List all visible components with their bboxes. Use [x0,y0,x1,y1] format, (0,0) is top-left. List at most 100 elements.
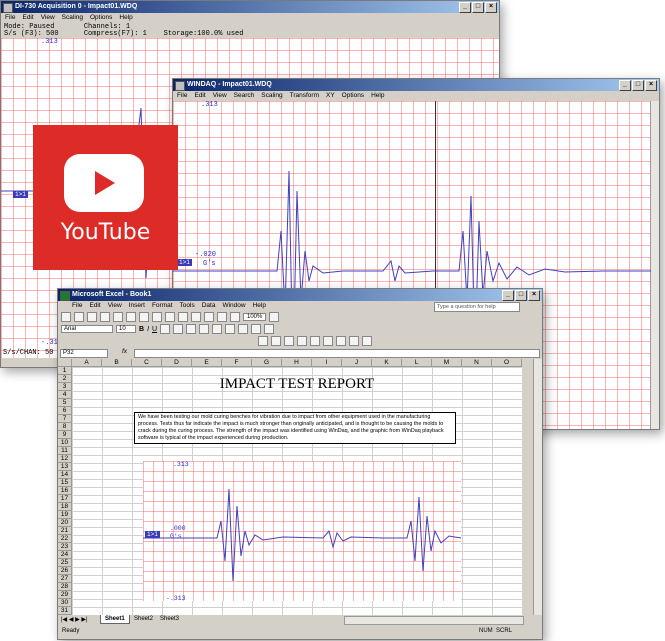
font-size-select[interactable]: 10 [116,325,136,333]
wordart-icon[interactable] [349,336,359,346]
select-all[interactable] [58,359,72,367]
tab-nav-icon[interactable]: |◀ ◀ ▶ ▶| [61,616,88,623]
column-header[interactable]: I [312,359,342,367]
tab-sheet1[interactable]: Sheet1 [100,615,130,624]
row-header[interactable]: 4 [58,391,72,399]
maximize-button[interactable]: □ [515,290,527,301]
row-header[interactable]: 24 [58,551,72,559]
menu-file[interactable]: File [72,301,82,311]
fill-color-icon[interactable] [251,324,262,334]
row-header[interactable]: 21 [58,527,72,535]
sum-icon[interactable] [204,312,214,322]
open-icon[interactable] [74,312,84,322]
paste-icon[interactable] [165,312,175,322]
copy-icon[interactable] [152,312,162,322]
row-header[interactable]: 27 [58,575,72,583]
font-color-icon[interactable] [264,324,275,334]
menu-help[interactable]: Help [253,301,266,311]
menu-data[interactable]: Data [202,301,216,311]
spelling-icon[interactable] [126,312,136,322]
redo-icon[interactable] [191,312,201,322]
menu-edit[interactable]: Edit [194,91,205,101]
row-header[interactable]: 29 [58,591,72,599]
menu-insert[interactable]: Insert [129,301,145,311]
row-header[interactable]: 11 [58,447,72,455]
menu-view[interactable]: View [41,13,55,23]
row-header[interactable]: 17 [58,495,72,503]
menu-view[interactable]: View [213,91,227,101]
currency-icon[interactable] [212,324,223,334]
row-header[interactable]: 7 [58,415,72,423]
row-header[interactable]: 15 [58,479,72,487]
percent-icon[interactable] [225,324,236,334]
menu-view[interactable]: View [108,301,122,311]
select-icon[interactable] [258,336,268,346]
oval-icon[interactable] [323,336,333,346]
close-button[interactable]: × [528,290,540,301]
row-header[interactable]: 1 [58,367,72,375]
minimize-button[interactable]: _ [502,290,514,301]
picture-icon[interactable] [362,336,372,346]
menu-format[interactable]: Format [152,301,173,311]
row-header[interactable]: 16 [58,487,72,495]
new-icon[interactable] [61,312,71,322]
maximize-button[interactable]: □ [632,80,644,91]
menu-options[interactable]: Options [342,91,364,101]
windaq-scrollbar[interactable] [650,101,659,429]
menu-tools[interactable]: Tools [180,301,195,311]
cut-icon[interactable] [139,312,149,322]
arrow-icon[interactable] [297,336,307,346]
row-header[interactable]: 14 [58,471,72,479]
menu-help[interactable]: Help [371,91,384,101]
sort-icon[interactable] [217,312,227,322]
minimize-button[interactable]: _ [619,80,631,91]
menu-file[interactable]: File [5,13,15,23]
italic-button[interactable]: I [147,326,149,333]
row-header[interactable]: 22 [58,535,72,543]
align-right-icon[interactable] [186,324,197,334]
row-header[interactable]: 12 [58,455,72,463]
menu-scaling[interactable]: Scaling [261,91,282,101]
menu-edit[interactable]: Edit [22,13,33,23]
column-header[interactable]: L [402,359,432,367]
row-header[interactable]: 8 [58,423,72,431]
menu-search[interactable]: Search [234,91,255,101]
close-button[interactable]: × [485,2,497,13]
menu-options[interactable]: Options [90,13,112,23]
menu-edit[interactable]: Edit [89,301,100,311]
column-header[interactable]: A [72,359,102,367]
minimize-button[interactable]: _ [459,2,471,13]
vertical-scrollbar[interactable] [533,359,542,615]
row-header[interactable]: 28 [58,583,72,591]
line-icon[interactable] [284,336,294,346]
save-icon[interactable] [87,312,97,322]
menu-help[interactable]: Help [119,13,132,23]
column-header[interactable]: M [432,359,462,367]
chart-icon[interactable] [230,312,240,322]
column-header[interactable]: K [372,359,402,367]
tab-sheet2[interactable]: Sheet2 [130,616,157,622]
row-header[interactable]: 2 [58,375,72,383]
row-header[interactable]: 13 [58,463,72,471]
column-header[interactable]: C [132,359,162,367]
row-header[interactable]: 20 [58,519,72,527]
zoom-select[interactable]: 100% [243,313,267,321]
print-icon[interactable] [100,312,110,322]
tab-sheet3[interactable]: Sheet3 [156,616,183,622]
horizontal-scrollbar[interactable] [344,616,524,625]
help-icon[interactable] [269,312,280,322]
column-header[interactable]: F [222,359,252,367]
column-header[interactable]: H [282,359,312,367]
close-button[interactable]: × [645,80,657,91]
rectangle-icon[interactable] [310,336,320,346]
youtube-logo[interactable]: YouTube [33,125,178,270]
column-header[interactable]: E [192,359,222,367]
menu-window[interactable]: Window [222,301,245,311]
maximize-button[interactable]: □ [472,2,484,13]
borders-icon[interactable] [238,324,249,334]
column-header[interactable]: J [342,359,372,367]
column-header[interactable]: N [462,359,492,367]
merge-icon[interactable] [199,324,210,334]
font-name-select[interactable]: Arial [61,325,113,333]
formula-input[interactable] [134,349,540,358]
